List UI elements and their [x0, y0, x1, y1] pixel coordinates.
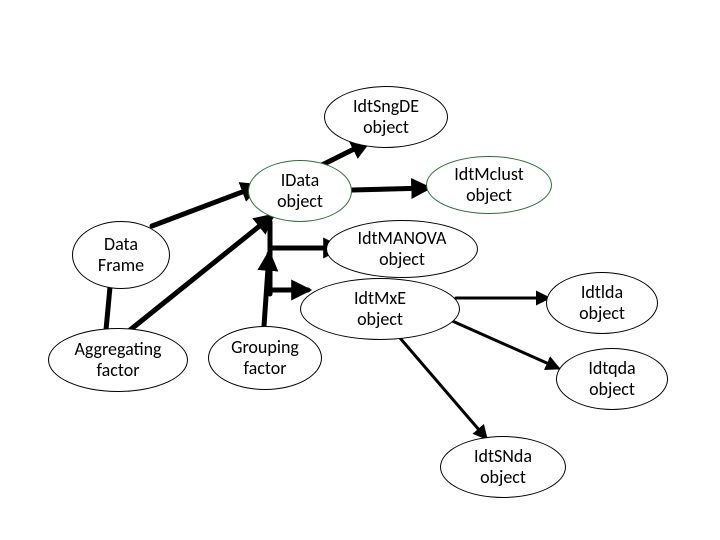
- node-idata-label-line-1: object: [277, 191, 323, 212]
- edge-dataFrame-to-idata: [152, 186, 258, 226]
- node-idtSNda: IdtSNdaobject: [440, 436, 566, 498]
- node-grouping: Groupingfactor: [208, 326, 322, 390]
- node-idtSngDE-label-line-1: object: [353, 117, 419, 138]
- node-idtMxE-label-line-1: object: [354, 309, 406, 330]
- node-idtSngDE-label-line-0: IdtSngDE: [353, 96, 419, 117]
- node-idtSNda-label-line-1: object: [474, 467, 532, 488]
- edge-idata-to-idtMclust: [352, 188, 428, 190]
- node-idtqda: Idtqdaobject: [556, 348, 668, 410]
- node-dataFrame-label-line-0: Data: [98, 234, 144, 255]
- node-grouping-label-line-0: Grouping: [231, 337, 299, 358]
- node-idtManova-label-line-1: object: [358, 249, 447, 270]
- node-aggregating-label-line-0: Aggregating: [74, 339, 161, 360]
- node-idtManova-label-line-0: IdtMANOVA: [358, 228, 447, 249]
- node-idtMclust-label-line-0: IdtMclust: [454, 164, 523, 185]
- node-idtMclust-label-line-1: object: [454, 185, 523, 206]
- node-idtqda-label-line-1: object: [588, 379, 635, 400]
- edge-idtMxE-to-idtqda: [450, 320, 558, 368]
- node-idtlda-label-line-1: object: [579, 303, 625, 324]
- node-idtqda-label-line-0: Idtqda: [588, 358, 635, 379]
- node-idtMxE-label-line-0: IdtMxE: [354, 288, 406, 309]
- edge-grouping-to-idata_hub: [264, 254, 269, 326]
- edge-idtMxE-to-idtSNda: [400, 338, 486, 438]
- diagram-stage: DataFrameAggregatingfactorGroupingfactor…: [0, 0, 720, 540]
- node-idata: IDataobject: [248, 160, 352, 222]
- node-idtMclust: IdtMclustobject: [426, 156, 552, 214]
- node-aggregating: Aggregatingfactor: [48, 328, 188, 392]
- node-idtManova: IdtMANOVAobject: [326, 220, 478, 278]
- node-idtMxE: IdtMxEobject: [300, 278, 460, 340]
- node-dataFrame: DataFrame: [72, 221, 170, 289]
- edge-idata-to-idtSngDE: [320, 142, 368, 166]
- node-idtSNda-label-line-0: IdtSNda: [474, 446, 532, 467]
- node-dataFrame-label-line-1: Frame: [98, 255, 144, 276]
- node-idtlda: Idtldaobject: [546, 272, 658, 334]
- node-aggregating-label-line-1: factor: [74, 360, 161, 381]
- node-idata-label-line-0: IData: [277, 170, 323, 191]
- edge-dataFrame-to-aggregating: [106, 287, 110, 330]
- node-idtlda-label-line-0: Idtlda: [579, 282, 625, 303]
- node-grouping-label-line-1: factor: [231, 358, 299, 379]
- node-idtSngDE: IdtSngDEobject: [324, 86, 448, 148]
